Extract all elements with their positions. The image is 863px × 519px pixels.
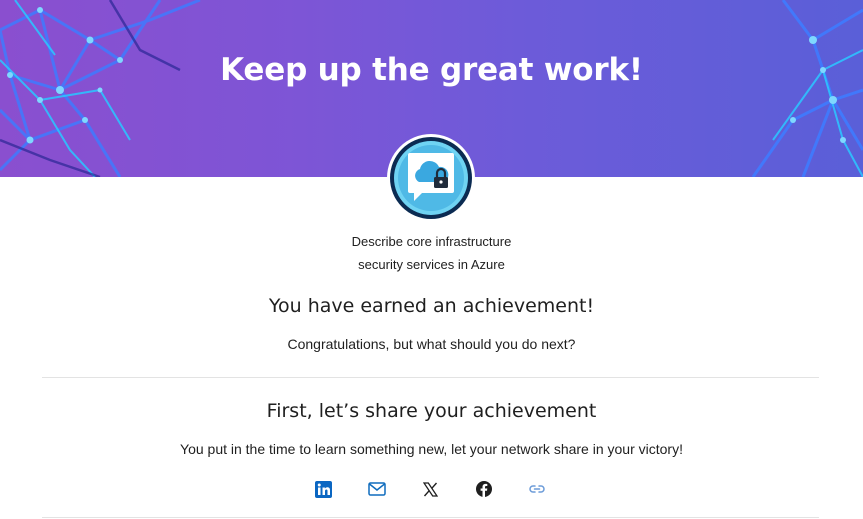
facebook-icon	[476, 481, 492, 497]
achievement-subtext: Congratulations, but what should you do …	[287, 336, 576, 352]
share-buttons	[312, 479, 552, 499]
divider-top	[42, 377, 819, 378]
achievement-heading: You have earned an achievement!	[268, 295, 595, 317]
share-x-button[interactable]	[419, 479, 441, 499]
share-copy-link-button[interactable]	[526, 479, 548, 499]
email-icon	[368, 482, 386, 496]
badge-title-line1: Describe core infrastructure	[351, 234, 512, 249]
cloud-lock-badge-icon	[387, 134, 475, 222]
divider-bottom	[42, 517, 819, 518]
x-twitter-icon	[422, 481, 438, 497]
badge-title-line2: security services in Azure	[358, 257, 505, 272]
copy-link-icon	[529, 485, 545, 493]
share-subtext: You put in the time to learn something n…	[180, 441, 683, 457]
linkedin-icon	[314, 480, 332, 498]
share-email-button[interactable]	[366, 479, 388, 499]
network-decoration-left-icon	[0, 0, 201, 177]
network-decoration-right-icon	[751, 0, 863, 177]
hero-title: Keep up the great work!	[220, 52, 643, 88]
share-facebook-button[interactable]	[473, 479, 495, 499]
share-heading: First, let’s share your achievement	[266, 400, 597, 422]
share-linkedin-button[interactable]	[312, 479, 334, 499]
badge-title: Describe core infrastructure security se…	[0, 230, 863, 276]
